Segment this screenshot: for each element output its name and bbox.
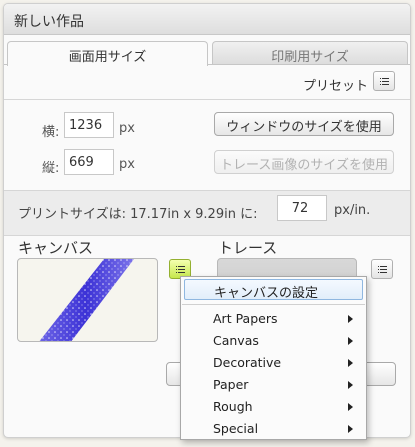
- trace-menu-button[interactable]: [371, 259, 393, 279]
- submenu-arrow-icon: [348, 425, 353, 433]
- width-field[interactable]: 1236: [64, 112, 114, 138]
- tab-print-size[interactable]: 印刷用サイズ: [212, 41, 408, 65]
- menu-item-decorative[interactable]: Decorative: [181, 352, 366, 374]
- size-tabs: 画面用サイズ 印刷用サイズ: [4, 41, 410, 66]
- submenu-arrow-icon: [348, 359, 353, 367]
- list-menu-icon: [377, 265, 387, 273]
- menu-item-paper[interactable]: Paper: [181, 374, 366, 396]
- menu-item-special[interactable]: Special: [181, 418, 366, 440]
- submenu-arrow-icon: [348, 381, 353, 389]
- dpi-field[interactable]: 72: [277, 195, 327, 221]
- width-label: 横:: [42, 125, 60, 140]
- tab-screen-size[interactable]: 画面用サイズ: [7, 41, 208, 66]
- width-unit: px: [119, 121, 135, 136]
- list-menu-icon: [175, 265, 185, 273]
- preset-divider: [4, 99, 410, 100]
- height-field[interactable]: 669: [64, 149, 114, 175]
- use-window-size-button[interactable]: ウィンドウのサイズを使用: [214, 112, 394, 136]
- preset-menu-button[interactable]: [373, 71, 395, 91]
- menu-separator: [182, 304, 365, 305]
- use-trace-size-button[interactable]: トレース画像のサイズを使用: [214, 150, 394, 174]
- print-size-text: プリントサイズは: 17.17in x 9.29in に:: [18, 207, 258, 222]
- canvas-settings-menu: キャンバスの設定 Art Papers Canvas Decorative Pa…: [180, 276, 367, 440]
- height-unit: px: [119, 157, 135, 172]
- dpi-unit: px/in.: [334, 203, 371, 218]
- submenu-arrow-icon: [348, 315, 353, 323]
- canvas-texture-preview-image: [39, 259, 134, 341]
- menu-item-label: Canvas: [213, 333, 259, 348]
- menu-item-canvas[interactable]: Canvas: [181, 330, 366, 352]
- menu-item-label: Special: [213, 421, 259, 436]
- menu-item-label: Art Papers: [213, 311, 278, 326]
- height-label: 縦:: [42, 161, 60, 176]
- list-menu-icon: [379, 77, 389, 85]
- menu-item-label: Rough: [213, 399, 253, 414]
- submenu-arrow-icon: [348, 403, 353, 411]
- menu-item-rough[interactable]: Rough: [181, 396, 366, 418]
- menu-item-label: Paper: [213, 377, 249, 392]
- preset-label: プリセット: [302, 79, 368, 94]
- trace-heading: トレース: [218, 239, 278, 257]
- window-title: 新しい作品: [4, 4, 410, 35]
- menu-item-art-papers[interactable]: Art Papers: [181, 308, 366, 330]
- submenu-arrow-icon: [348, 337, 353, 345]
- canvas-heading: キャンバス: [18, 239, 94, 257]
- canvas-settings-header[interactable]: キャンバスの設定: [184, 279, 363, 301]
- canvas-preview[interactable]: [17, 258, 158, 342]
- menu-item-label: Decorative: [213, 355, 282, 370]
